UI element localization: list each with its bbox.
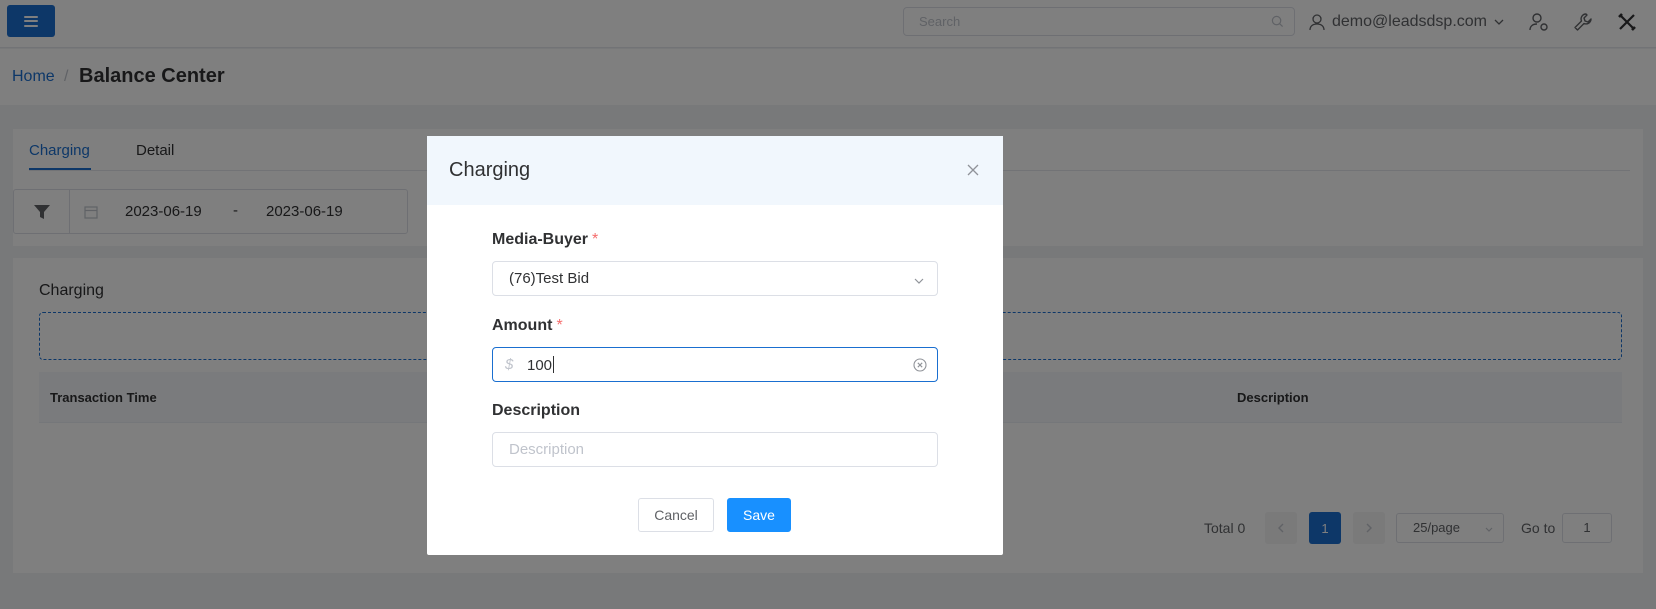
clear-icon[interactable] (913, 358, 927, 372)
media-buyer-label: Media-Buyer * (492, 231, 599, 248)
dialog-title: Charging (449, 159, 531, 181)
media-buyer-value: (76)Test Bid (509, 270, 590, 287)
description-input[interactable]: Description (492, 432, 938, 467)
dollar-prefix-icon: $ (505, 356, 514, 373)
close-icon[interactable] (965, 162, 981, 178)
media-buyer-select[interactable]: (76)Test Bid (492, 261, 938, 296)
cancel-button[interactable]: Cancel (638, 498, 714, 532)
description-label: Description (492, 402, 581, 419)
amount-value: 100 (527, 356, 555, 374)
charging-dialog: Charging Media-Buyer * (76)Test Bid Amoun… (427, 136, 1003, 555)
amount-input[interactable]: $ 100 (492, 347, 938, 382)
description-placeholder: Description (509, 441, 585, 458)
amount-label: Amount * (492, 317, 563, 334)
save-button[interactable]: Save (727, 498, 791, 532)
chevron-down-icon (914, 278, 924, 284)
